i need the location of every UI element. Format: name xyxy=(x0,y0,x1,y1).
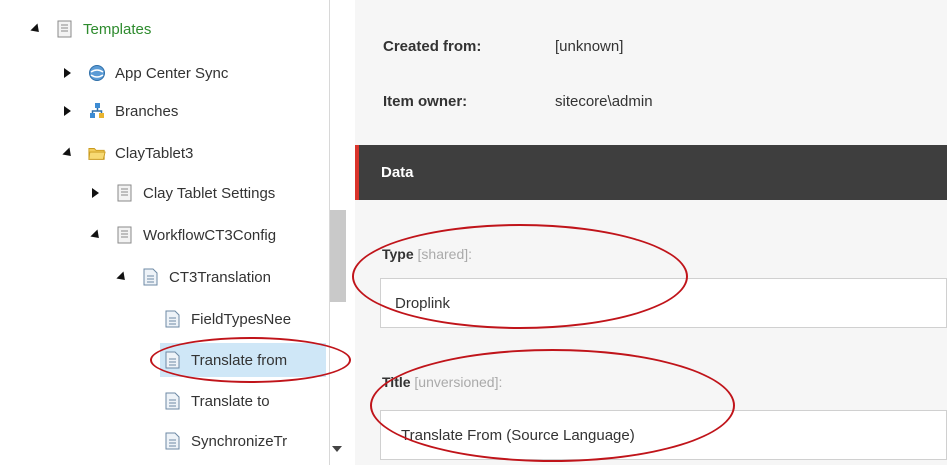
item-owner-row: Item owner: sitecore\admin xyxy=(383,93,653,110)
document-icon xyxy=(164,392,182,410)
collapse-toggle-icon[interactable] xyxy=(88,186,102,200)
document-icon xyxy=(164,432,182,450)
template-doc-icon xyxy=(116,226,134,244)
field-name: Type xyxy=(382,246,414,262)
tree-item-label: SynchronizeTr xyxy=(191,432,288,450)
content-tree: Templates App Center Sync Branches ClayT… xyxy=(0,0,330,465)
tree-item-clay-tablet-settings[interactable]: Clay Tablet Settings xyxy=(88,178,275,208)
tree-item-translate-from[interactable]: Translate from xyxy=(160,343,326,377)
tree-scrollbar-thumb[interactable] xyxy=(330,210,346,302)
type-field-input[interactable]: Droplink xyxy=(380,278,947,328)
title-field-value: Translate From (Source Language) xyxy=(401,426,635,444)
expand-toggle-icon[interactable] xyxy=(60,146,75,160)
template-doc-icon xyxy=(116,184,134,202)
tree-item-label: Translate from xyxy=(191,351,288,369)
tree-item-label: App Center Sync xyxy=(115,64,229,82)
tree-item-ct3translation[interactable]: CT3Translation xyxy=(114,262,271,292)
created-from-row: Created from: [unknown] xyxy=(383,38,623,55)
collapse-toggle-icon[interactable] xyxy=(60,104,74,118)
tree-item-label: Clay Tablet Settings xyxy=(143,184,276,202)
type-field-value: Droplink xyxy=(395,294,451,312)
document-icon xyxy=(164,351,182,369)
item-editor-panel: Created from: [unknown] Item owner: site… xyxy=(355,0,947,465)
field-name: Title xyxy=(382,374,411,390)
tree-item-app-center-sync[interactable]: App Center Sync xyxy=(60,58,228,88)
item-owner-label: Item owner: xyxy=(383,93,468,110)
collapse-toggle-icon[interactable] xyxy=(60,66,74,80)
expand-toggle-icon[interactable] xyxy=(88,228,103,242)
type-field-label: Type [shared]: xyxy=(382,246,472,262)
data-section-header[interactable]: Data xyxy=(355,145,947,200)
created-from-value: [unknown] xyxy=(555,38,624,55)
folder-icon xyxy=(88,144,106,162)
item-owner-value: sitecore\admin xyxy=(555,93,653,110)
field-meta: [shared]: xyxy=(417,246,473,262)
tree-item-label: FieldTypesNee xyxy=(191,310,292,328)
tree-item-label: CT3Translation xyxy=(169,268,271,286)
scroll-down-arrow-icon[interactable] xyxy=(332,446,342,452)
branches-icon xyxy=(88,102,106,120)
tree-item-label: ClayTablet3 xyxy=(115,144,194,162)
expand-toggle-icon[interactable] xyxy=(28,22,43,36)
created-from-label: Created from: xyxy=(383,38,482,55)
title-field-label: Title [unversioned]: xyxy=(382,374,502,390)
field-meta: [unversioned]: xyxy=(414,374,503,390)
tree-item-claytablet3[interactable]: ClayTablet3 xyxy=(60,138,193,168)
tree-item-branches[interactable]: Branches xyxy=(60,96,178,126)
expand-toggle-icon[interactable] xyxy=(114,270,129,284)
tree-item-label: Translate to xyxy=(191,392,270,410)
tree-item-workflowct3config[interactable]: WorkflowCT3Config xyxy=(88,220,276,250)
globe-sync-icon xyxy=(88,64,106,82)
tree-item-templates[interactable]: Templates xyxy=(28,14,151,44)
tree-item-label: Branches xyxy=(115,102,179,120)
tree-item-label: Templates xyxy=(83,20,152,38)
tree-item-fieldtypesnee[interactable]: FieldTypesNee xyxy=(164,304,291,334)
document-icon xyxy=(164,310,182,328)
tree-item-label: WorkflowCT3Config xyxy=(143,226,277,244)
template-doc-icon xyxy=(56,20,74,38)
section-title: Data xyxy=(381,164,414,181)
document-icon xyxy=(142,268,160,286)
tree-item-translate-to[interactable]: Translate to xyxy=(164,386,270,416)
tree-item-synchronizetr[interactable]: SynchronizeTr xyxy=(164,426,287,456)
title-field-input[interactable]: Translate From (Source Language) xyxy=(380,410,947,460)
